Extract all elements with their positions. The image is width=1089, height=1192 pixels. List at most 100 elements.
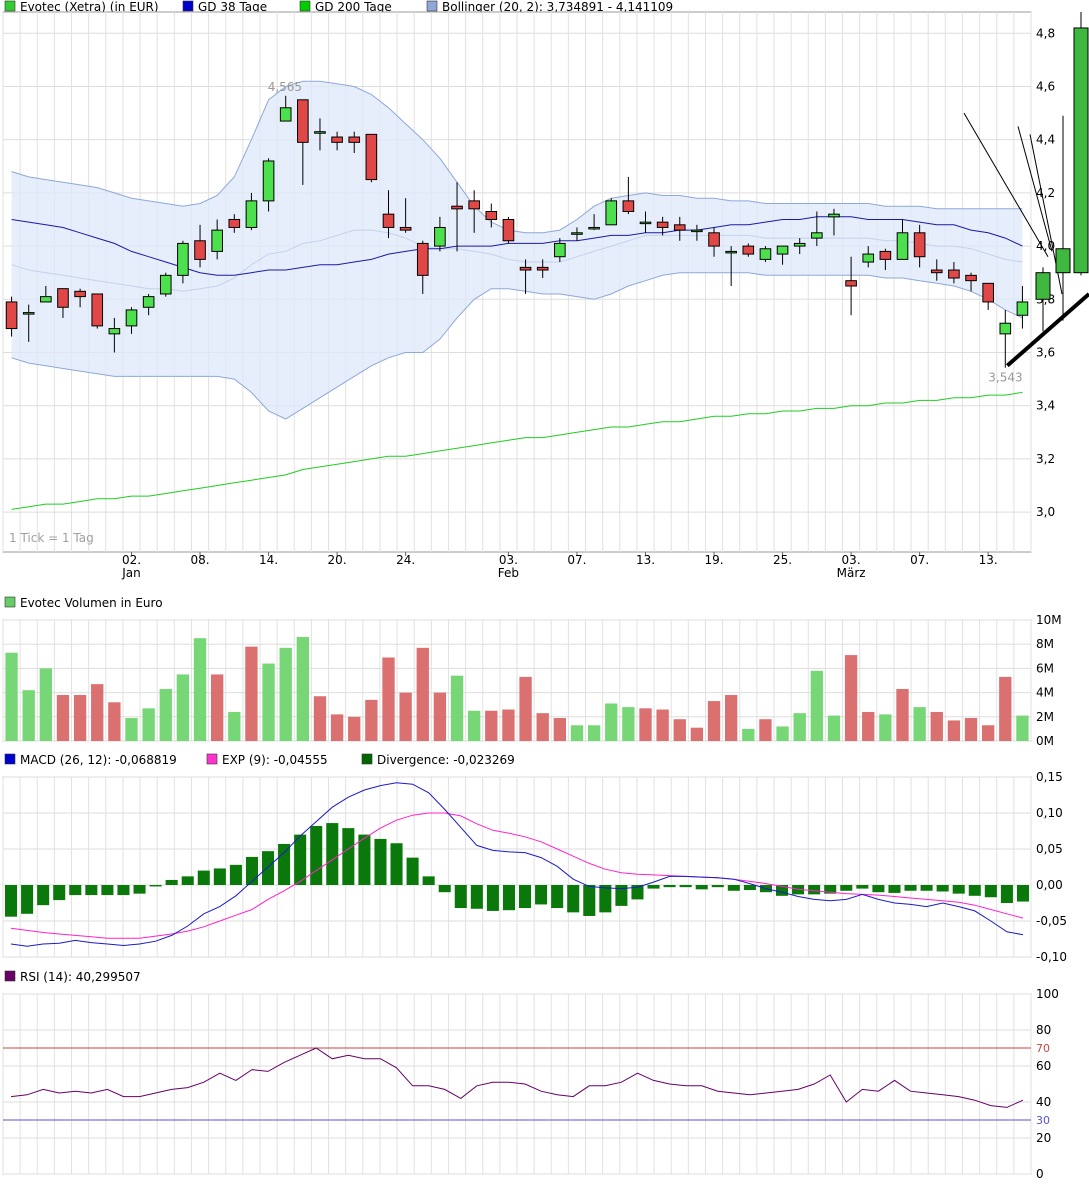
candle-body [862,253,875,263]
legend-swatch [361,753,373,765]
candle-body [74,290,86,298]
legend-swatch [4,596,16,608]
legend-swatch [426,0,438,12]
candle-body [845,280,857,287]
candle-body [519,266,532,271]
divergence-bar [470,885,483,909]
candle-body [1016,301,1029,316]
candle-body [262,160,275,202]
legend-label: Divergence: -0,023269 [377,753,515,767]
volume-bar [176,674,190,741]
divergence-bar [968,885,981,896]
volume-bar [296,636,310,741]
x-tick-label: 03. [842,553,861,567]
divergence-bar [647,885,660,889]
legend-label: EXP (9): -0,04555 [222,753,328,767]
divergence-bar [1000,885,1013,903]
divergence-bar [551,885,564,909]
candle-body [605,200,618,226]
candle-body [331,136,343,143]
volume-bar [210,674,224,741]
divergence-bar [406,857,419,885]
x-tick-label: 24. [396,553,415,567]
y-tick-label: 4,8 [1036,26,1055,40]
candle-body [365,133,378,181]
volume-bar [193,638,207,741]
y-tick-label: 60 [1036,1059,1051,1073]
volume-bar [810,670,824,741]
divergence-bar [422,876,435,885]
candle-body [22,312,35,315]
x-tick-label: 13. [636,553,655,567]
volume-bar [5,652,18,741]
volume-bar [844,655,858,741]
y-tick-label: 0,05 [1036,842,1063,856]
divergence-bar [454,885,467,909]
candle-body [948,269,960,279]
volume-bar [656,709,669,741]
divergence-bar [278,843,291,885]
month-label: Feb [498,566,519,580]
candle-body [896,232,909,260]
volume-bar [587,725,601,741]
volume-bar [39,668,53,741]
tick-note: 1 Tick = 1 Tag [9,531,94,545]
volume-bar [279,647,292,741]
volume-bar [639,708,652,741]
divergence-bar [599,885,612,913]
month-label: März [837,566,866,580]
volume-bar [536,713,549,741]
volume-bar [570,725,584,741]
volume-bar [313,696,327,741]
divergence-bar [486,885,499,911]
legend-label: RSI (14): 40,299507 [20,970,141,984]
divergence-bar [438,885,451,893]
candle-body [622,200,635,213]
y-tick-label: -0,10 [1036,950,1067,964]
candle-body [673,224,686,231]
candle-body [348,136,361,143]
volume-bar [228,711,241,741]
volume-bar [485,710,498,741]
volume-bar [348,716,361,741]
legend-label: Evotec Volumen in Euro [20,596,163,610]
y-tick-label: 20 [1036,1131,1051,1145]
rsi-panel: 0 20 40 60 80 100 70 30 [2,987,1059,1181]
volume-bar [827,715,841,741]
legend-swatch [4,0,16,12]
divergence-bar [294,834,307,885]
y-tick-label: 40 [1036,1095,1051,1109]
y-tick-label: 80 [1036,1023,1051,1037]
divergence-bar [390,843,403,885]
volume-bar [125,718,138,741]
divergence-bar [952,885,965,894]
volume-bar [690,727,704,741]
divergence-bar [711,885,724,888]
candle-body [399,226,412,231]
volume-bar [22,690,35,741]
overflow-candle-body [1035,272,1051,300]
volume-bar [450,675,464,741]
legend-swatch [4,970,16,982]
candle-body [177,242,189,276]
divergence-bar [519,885,532,909]
candle-body [142,296,155,308]
x-tick-label: 08. [190,553,209,567]
volume-bar [382,657,395,741]
volume-bar [262,663,275,741]
volume-bar [91,684,104,741]
x-tick-label: 07. [910,553,929,567]
divergence-bar [37,885,50,906]
volume-bar [759,719,772,741]
volume-bar [330,714,344,741]
volume-bar [879,714,892,741]
y-tick-label: 2M [1036,710,1054,724]
candle-body [211,229,223,252]
divergence-bar [920,885,933,891]
x-tick-label: 03. [499,553,518,567]
volume-bar [793,713,806,741]
rsi-reference-label: 30 [1036,1114,1050,1127]
volume-bar [245,646,258,741]
candle-body [434,226,446,247]
y-tick-label: 0,15 [1036,770,1063,784]
